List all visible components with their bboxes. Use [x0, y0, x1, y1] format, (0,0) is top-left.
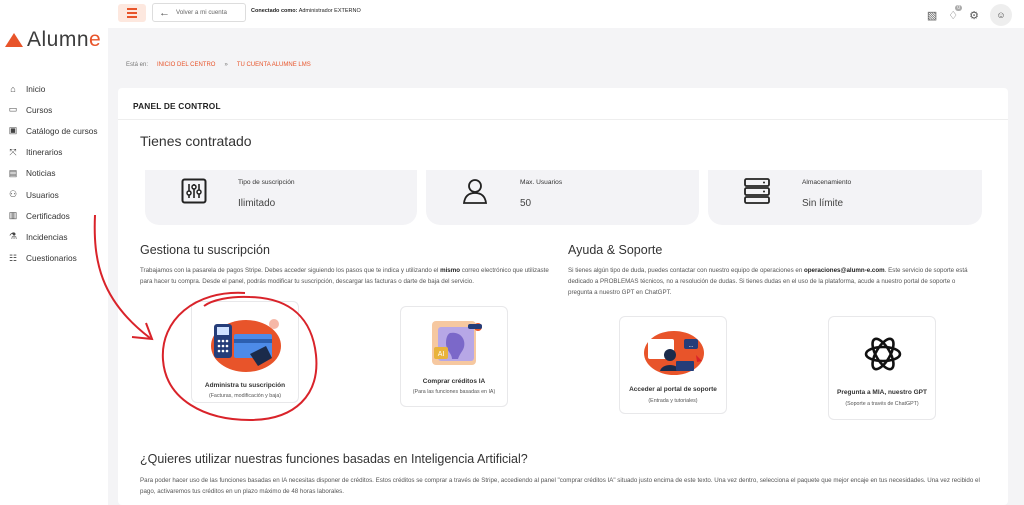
card-payment-illustration-icon: [211, 319, 281, 372]
sidebar-item-label: Cursos: [26, 104, 53, 115]
support-portal-illustration-icon: ...: [644, 331, 704, 375]
ask-mia-gpt-tile[interactable]: Pregunta a MIA, nuestro GPT (Soporte a t…: [828, 316, 936, 420]
book-icon: ▭: [8, 104, 18, 115]
tile-title: Administra tu suscripción: [204, 382, 286, 389]
manage-subscription-heading: Gestiona tu suscripción: [140, 243, 270, 257]
sidebar-item-label: Itinerarios: [26, 147, 63, 158]
breadcrumb: Está en: INICIO DEL CENTRO » TU CUENTA A…: [126, 62, 311, 68]
sidebar-item-label: Incidencias: [26, 231, 68, 242]
tile-title: Acceder al portal de soporte: [629, 386, 717, 393]
catalog-icon: ▣: [8, 125, 18, 136]
gear-icon[interactable]: ⚙: [969, 9, 979, 22]
sidebar-item-certificados[interactable]: ▥ Certificados: [6, 205, 98, 226]
tile-subtitle: (Para las funciones basadas en IA): [412, 389, 496, 395]
support-portal-tile[interactable]: ... Acceder al portal de soporte (Entrad…: [619, 316, 727, 414]
home-icon: ⌂: [10, 83, 16, 94]
breadcrumb-home-link[interactable]: INICIO DEL CENTRO: [157, 62, 215, 68]
back-to-account-button[interactable]: ← Volver a mi cuenta: [152, 3, 246, 22]
sliders-icon: [179, 176, 209, 206]
sidebar-item-usuarios[interactable]: ⚇ Usuarios: [6, 184, 98, 205]
flask-icon: ⚗: [8, 231, 18, 242]
sidebar-item-cuestionarios[interactable]: ☷ Cuestionarios: [6, 248, 98, 269]
users-icon: ⚇: [8, 189, 18, 200]
contracted-heading: Tienes contratado: [140, 133, 252, 149]
ai-functions-heading: ¿Quieres utilizar nuestras funciones bas…: [140, 452, 528, 466]
sidebar-item-label: Noticias: [26, 168, 56, 179]
svg-text:AI: AI: [438, 351, 445, 358]
avatar[interactable]: ☺: [990, 4, 1012, 26]
manage-subscription-tile[interactable]: Administra tu suscripción (Facturas, mod…: [191, 301, 299, 403]
bell-icon[interactable]: ♢ 0: [948, 4, 963, 22]
divider: [118, 119, 1008, 120]
quiz-icon: ☷: [8, 252, 18, 263]
arrow-left-icon: ←: [159, 6, 170, 19]
tile-title: Pregunta a MIA, nuestro GPT: [837, 389, 927, 396]
tile-subtitle: (Entrada y tutoriales): [648, 398, 698, 404]
svg-text:...: ...: [688, 343, 693, 349]
support-text: Si tienes algún tipo de duda, puedes con…: [568, 267, 968, 296]
chatgpt-logo-icon: [864, 337, 902, 371]
sidebar-menu: ⌂ Inicio ▭ Cursos ▣ Catálogo de cursos ⤧ Iti…: [6, 78, 98, 269]
breadcrumb-account-link[interactable]: TU CUENTA ALUMNE LMS: [237, 62, 311, 68]
certificate-icon: ▥: [8, 210, 18, 221]
connected-as: Conectado como: Administrador EXTERNO: [251, 8, 361, 14]
tile-subtitle: (Facturas, modificación y baja): [208, 393, 282, 399]
page-title: PANEL DE CONTROL: [133, 101, 221, 111]
control-panel: PANEL DE CONTROL Tienes contratado Tipo …: [118, 88, 1008, 505]
logo-text: Alumne: [27, 28, 102, 51]
topbar: ← Volver a mi cuenta Conectado como: Adm…: [108, 0, 1024, 28]
sidebar-item-incidencias[interactable]: ⚗ Incidencias: [6, 226, 98, 247]
server-icon: [742, 176, 772, 206]
sidebar-item-label: Inicio: [26, 83, 46, 94]
top-icons: ▧ ♢ 0 ⚙ ☺: [927, 4, 1012, 26]
hamburger-icon: [127, 8, 137, 10]
sidebar-item-label: Certificados: [26, 210, 70, 221]
support-email-link[interactable]: operaciones@alumn-e.com: [804, 267, 885, 274]
support-heading: Ayuda & Soporte: [568, 243, 663, 257]
tile-title: Comprar créditos IA: [422, 378, 486, 385]
sidebar-item-label: Usuarios: [26, 189, 59, 200]
ai-credits-illustration-icon: AI: [432, 321, 482, 365]
stat-card-subscription: Tipo de suscripción Ilimitado: [145, 170, 417, 225]
sidebar-item-label: Cuestionarios: [26, 253, 77, 264]
manage-subscription-text: Trabajamos con la pasarela de pagos Stri…: [140, 267, 549, 285]
sidebar-item-cursos[interactable]: ▭ Cursos: [6, 99, 98, 120]
buy-ai-credits-tile[interactable]: AI Comprar créditos IA (Para las funcion…: [400, 306, 508, 407]
notification-badge: 0: [955, 4, 963, 11]
sidebar-item-catalogo[interactable]: ▣ Catálogo de cursos: [6, 120, 98, 141]
signpost-icon: ⤧: [9, 146, 17, 157]
tile-subtitle: (Soporte a través de ChatGPT): [845, 401, 919, 407]
sidebar-item-inicio[interactable]: ⌂ Inicio: [6, 78, 98, 99]
sidebar-item-noticias[interactable]: ▤ Noticias: [6, 163, 98, 184]
logo-mark-icon: [5, 33, 23, 47]
news-icon: ▤: [8, 167, 18, 178]
menu-toggle-button[interactable]: [118, 4, 146, 22]
sidebar-item-itinerarios[interactable]: ⤧ Itinerarios: [6, 142, 98, 163]
back-button-label: Volver a mi cuenta: [176, 9, 227, 16]
stat-card-users: Max. Usuarios 50: [426, 170, 699, 225]
sidebar: Alumne ⌂ Inicio ▭ Cursos ▣ Catálogo de curs…: [0, 0, 108, 505]
alumne-logo[interactable]: Alumne: [5, 28, 101, 52]
user-icon: [460, 176, 490, 206]
translate-icon[interactable]: ▧: [927, 9, 937, 22]
stat-card-storage: Almacenamiento Sin límite: [708, 170, 982, 225]
sidebar-item-label: Catálogo de cursos: [26, 125, 98, 136]
ai-functions-text: Para poder hacer uso de las funciones ba…: [140, 477, 980, 495]
